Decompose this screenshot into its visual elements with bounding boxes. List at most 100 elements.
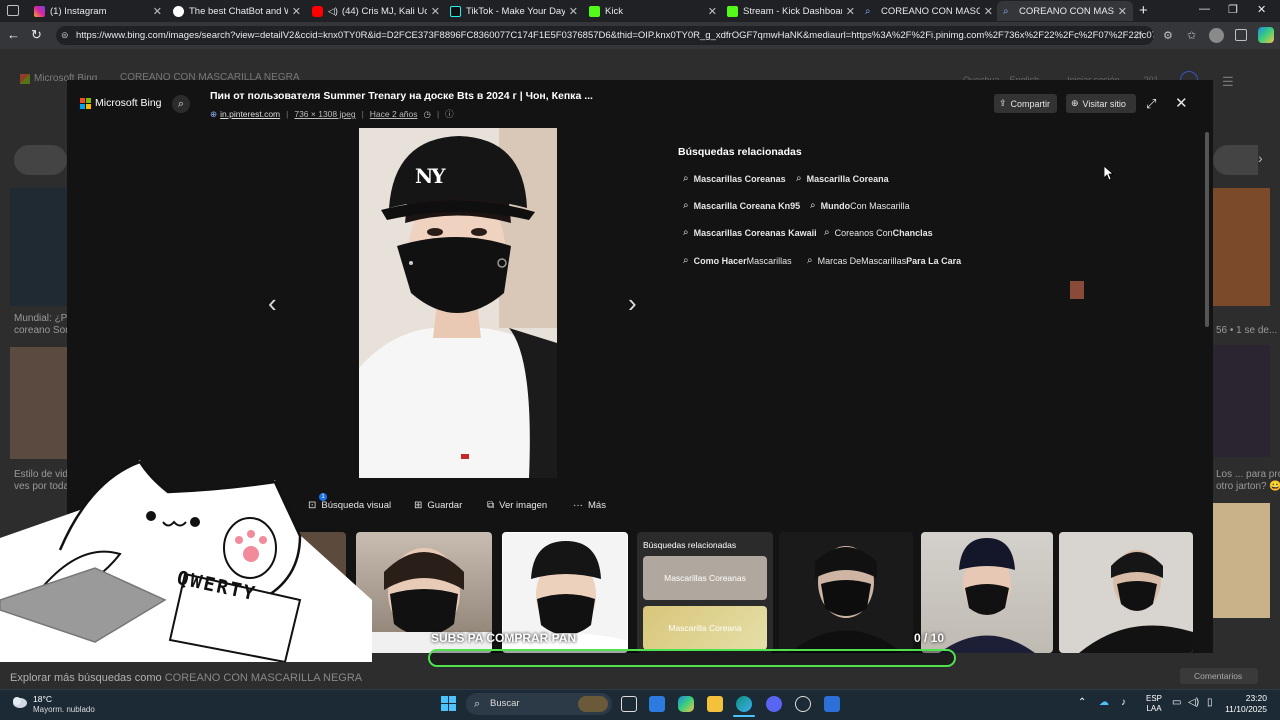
tab-kick[interactable]: Kick ✕ xyxy=(583,1,723,21)
menu-icon[interactable]: ☰ xyxy=(1222,74,1234,90)
underlying-chip-left[interactable] xyxy=(14,145,67,175)
volume-icon[interactable]: ◁) xyxy=(1188,697,1199,708)
strip-related-card[interactable]: Mascarilla Coreana xyxy=(643,606,767,650)
audio-icon[interactable]: ◁) xyxy=(328,6,338,17)
extension-icon[interactable]: ⚙ xyxy=(1163,29,1173,42)
underlying-thumb-right-2[interactable] xyxy=(1213,345,1270,457)
close-icon[interactable]: ✕ xyxy=(1118,5,1127,18)
window-close-icon[interactable]: ✕ xyxy=(1257,3,1266,16)
related-search-item[interactable]: ⌕ Marcas De Mascarillas Para La Cara xyxy=(807,255,961,266)
weather-widget[interactable] xyxy=(10,694,28,710)
store-icon[interactable] xyxy=(649,696,665,712)
view-image-button[interactable]: ⧉ Ver imagen xyxy=(487,500,547,511)
tab-youtube[interactable]: ◁) (44) Cris MJ, Kali Uchis ✕ xyxy=(306,1,446,21)
tab-actions-icon[interactable] xyxy=(7,5,19,16)
new-tab-button[interactable]: + xyxy=(1139,2,1148,19)
taskbar-search[interactable]: ⌕ Buscar xyxy=(466,693,612,715)
save-button[interactable]: ⊞ Guardar xyxy=(414,500,462,511)
tab-tiktok[interactable]: TikTok - Make Your Day ✕ xyxy=(444,1,584,21)
close-icon[interactable]: ✕ xyxy=(708,5,717,18)
kick-icon xyxy=(727,5,738,17)
underlying-thumb-left-2[interactable] xyxy=(10,347,67,459)
microsoft-logo-icon xyxy=(20,73,30,84)
close-icon[interactable]: ✕ xyxy=(846,5,855,18)
network-icon[interactable]: ▭ xyxy=(1172,697,1181,708)
ad-thumbnail[interactable] xyxy=(1070,281,1084,299)
language-indicator[interactable]: ESP LAA xyxy=(1146,694,1162,714)
edge-icon[interactable] xyxy=(736,696,752,712)
close-viewer-icon[interactable]: ✕ xyxy=(1175,94,1188,112)
reload-icon[interactable]: ↻ xyxy=(31,28,42,41)
weather-temp[interactable]: 18°C xyxy=(33,694,52,704)
tab-kick-dashboard[interactable]: Stream - Kick Dashboard ✕ xyxy=(721,1,861,21)
close-icon[interactable]: ✕ xyxy=(153,5,162,18)
underlying-thumb-left-1[interactable] xyxy=(10,188,67,306)
clock[interactable]: 23:20 11/10/2025 xyxy=(1221,693,1267,715)
browser-tools-icon[interactable] xyxy=(1235,29,1247,41)
more-button[interactable]: ··· Más xyxy=(573,500,606,511)
site-info-icon[interactable]: ⊜ xyxy=(61,26,69,45)
microphone-icon[interactable]: ♪ xyxy=(1121,697,1126,708)
source-link[interactable]: in.pinterest.com xyxy=(220,109,280,119)
age-link[interactable]: Hace 2 años xyxy=(370,109,418,119)
copilot-app-icon[interactable] xyxy=(678,696,694,712)
view-image-icon: ⧉ xyxy=(487,500,495,511)
tab-bing-search-active[interactable]: ⌕ COREANO CON MASCARI ✕ xyxy=(997,1,1133,21)
obs-icon[interactable] xyxy=(795,696,811,712)
bookmark-star-icon[interactable]: ☆ xyxy=(1134,29,1144,42)
app-icon[interactable] xyxy=(824,696,840,712)
tab-instagram[interactable]: (1) Instagram ✕ xyxy=(28,1,168,21)
dimensions-link[interactable]: 736 × 1308 jpeg xyxy=(294,109,355,119)
feedback-button[interactable]: Comentarios xyxy=(1180,668,1258,684)
related-search-item[interactable]: ⌕ Mascarillas Coreanas xyxy=(683,173,786,184)
battery-icon[interactable]: ▯ xyxy=(1207,697,1213,708)
underlying-chip-right[interactable] xyxy=(1213,145,1258,175)
favorites-icon[interactable]: ✩ xyxy=(1187,29,1196,42)
underlying-thumb-right-3[interactable] xyxy=(1213,503,1270,618)
explore-query-link[interactable]: COREANO CON MASCARILLA NEGRA xyxy=(165,672,362,684)
visit-site-button[interactable]: ⊕ Visitar sitio xyxy=(1066,94,1136,113)
prev-image-icon[interactable]: ‹ xyxy=(268,288,277,319)
close-icon[interactable]: ✕ xyxy=(569,5,578,18)
next-image-icon[interactable]: › xyxy=(628,288,637,319)
strip-thumbnail[interactable] xyxy=(1059,532,1193,653)
close-icon[interactable]: ✕ xyxy=(984,5,993,18)
search-icon[interactable]: ⌕ xyxy=(172,95,190,113)
close-icon[interactable]: ✕ xyxy=(292,5,301,18)
task-view-icon[interactable] xyxy=(621,696,637,712)
related-search-item[interactable]: ⌕ Mascarillas Coreanas Kawaii xyxy=(683,227,817,238)
chevron-right-icon[interactable]: › xyxy=(1258,150,1263,166)
chevron-up-icon[interactable]: ⌃ xyxy=(1078,697,1086,708)
strip-related-card[interactable]: Mascarillas Coreanas xyxy=(643,556,767,600)
feedback-label: Comentarios xyxy=(1194,671,1243,681)
viewer-logo[interactable]: Microsoft Bing xyxy=(80,97,162,109)
related-search-item[interactable]: ⌕ Como Hacer Mascarillas xyxy=(683,255,792,266)
info-icon[interactable]: ⓘ xyxy=(445,108,454,120)
url-field[interactable]: ⊜ https://www.bing.com/images/search?vie… xyxy=(56,26,1154,45)
underlying-thumb-right-1[interactable] xyxy=(1213,188,1270,306)
related-search-item[interactable]: ⌕ Coreanos Con Chanclas xyxy=(824,227,933,238)
viewer-scrollbar[interactable] xyxy=(1205,132,1209,327)
related-search-item[interactable]: ⌕ Mascarilla Coreana Kn95 xyxy=(683,200,800,211)
back-icon[interactable]: ← xyxy=(7,28,20,41)
profile-avatar[interactable] xyxy=(1209,28,1224,43)
strip-related-searches[interactable]: Búsquedas relacionadas Mascarillas Corea… xyxy=(637,532,773,653)
close-icon[interactable]: ✕ xyxy=(431,5,440,18)
related-search-item[interactable]: ⌕ Mundo Con Mascarilla xyxy=(810,200,910,211)
image-title[interactable]: Пин от пользователя Summer Trenary на до… xyxy=(210,90,593,102)
expand-icon[interactable]: ⤢ xyxy=(1146,96,1156,112)
strip-thumbnail[interactable] xyxy=(779,532,913,653)
tab-chatbot[interactable]: The best ChatBot and Widg ✕ xyxy=(167,1,307,21)
copilot-icon[interactable] xyxy=(1258,27,1274,43)
main-image[interactable]: NY xyxy=(359,128,557,478)
share-button[interactable]: ⇪ Compartir xyxy=(994,94,1057,113)
related-search-item[interactable]: ⌕ Mascarilla Coreana xyxy=(796,173,889,184)
onedrive-icon[interactable]: ☁ xyxy=(1099,697,1109,708)
discord-icon[interactable] xyxy=(766,696,782,712)
minimize-icon[interactable]: — xyxy=(1199,3,1210,15)
weather-desc[interactable]: Mayorm. nublado xyxy=(33,705,95,714)
tab-bing-search[interactable]: ⌕ COREANO CON MASCARIL ✕ xyxy=(859,1,999,21)
file-explorer-icon[interactable] xyxy=(707,696,723,712)
windows-start-icon[interactable] xyxy=(441,696,456,711)
maximize-icon[interactable]: ❐ xyxy=(1228,3,1238,16)
